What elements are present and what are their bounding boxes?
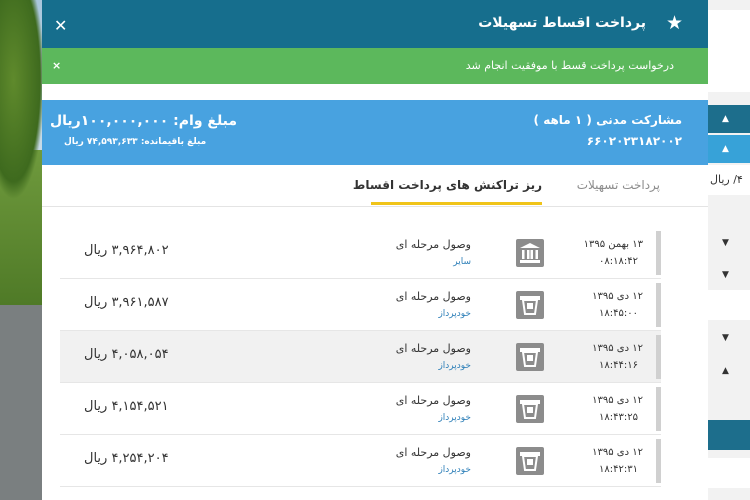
- transaction-source[interactable]: خودپرداز: [438, 413, 471, 423]
- atm-icon: [516, 343, 544, 371]
- installment-payment-modal: ★ پرداخت اقساط تسهیلات ✕ درخواست پرداخت …: [42, 0, 708, 500]
- modal-header: ★ پرداخت اقساط تسهیلات ✕: [42, 0, 708, 48]
- transaction-time: ۱۸:۴۵:۰۰: [599, 308, 638, 319]
- transaction-type: وصول مرحله ای: [395, 290, 471, 303]
- table-row[interactable]: ۱۲ دی ۱۳۹۵ ۱۸:۴۵:۰۰ وصول مرحله ای خودپرد…: [60, 279, 661, 331]
- transaction-type: وصول مرحله ای: [395, 446, 471, 459]
- chevron-up-icon: ▲: [722, 114, 729, 124]
- row-marker: [656, 231, 661, 275]
- transaction-source[interactable]: خودپرداز: [438, 361, 471, 371]
- alert-message: درخواست پرداخت قسط با موفقیت انجام شد: [465, 59, 674, 72]
- sidebar-panel: [708, 290, 750, 320]
- transaction-date: ۱۲ دی ۱۳۹۵: [592, 395, 643, 406]
- background-app-sidebar: ▲ ▲ ۴/ ریال ▼ ▼ ▼ ▲: [708, 0, 750, 500]
- sidebar-value-text: ۴/ ریال: [710, 173, 743, 186]
- atm-icon: [516, 395, 544, 423]
- active-tab-indicator: [371, 202, 542, 205]
- star-icon: ★: [665, 12, 683, 34]
- transaction-source[interactable]: خودپرداز: [438, 465, 471, 475]
- row-marker: [656, 387, 661, 431]
- atm-icon: [516, 447, 544, 475]
- loan-amount: مبلغ وام: ۱۰۰,۰۰۰,۰۰۰ریال: [50, 113, 238, 129]
- transaction-type: وصول مرحله ای: [395, 394, 471, 407]
- transaction-list: ۱۳ بهمن ۱۳۹۵ ۰۸:۱۸:۴۲ وصول مرحله ای سایر…: [60, 227, 661, 487]
- transaction-date: ۱۲ دی ۱۳۹۵: [592, 291, 643, 302]
- table-row[interactable]: ۱۲ دی ۱۳۹۵ ۱۸:۴۴:۱۶ وصول مرحله ای خودپرد…: [60, 331, 661, 383]
- tab-bar: پرداخت تسهیلات ریز تراکنش های پرداخت اقس…: [42, 165, 708, 207]
- sidebar-panel: [708, 458, 750, 488]
- tab-pay-facility[interactable]: پرداخت تسهیلات: [577, 178, 660, 192]
- sidebar-item-selected[interactable]: ▲: [708, 135, 750, 163]
- transaction-time: ۱۸:۴۴:۱۶: [599, 360, 638, 371]
- remaining-amount: مبلغ باقیمانده: ۷۴,۵۹۳,۶۳۳ ریال: [64, 137, 207, 147]
- sidebar-value-box: ۴/ ریال: [708, 165, 750, 195]
- transaction-amount: ۴,۲۵۴,۲۰۴ ریال: [84, 451, 169, 466]
- transaction-amount: ۳,۹۶۱,۵۸۷ ریال: [84, 295, 169, 310]
- table-row[interactable]: ۱۲ دی ۱۳۹۵ ۱۸:۴۳:۲۵ وصول مرحله ای خودپرد…: [60, 383, 661, 435]
- chevron-down-icon[interactable]: ▼: [722, 270, 729, 280]
- atm-icon: [516, 291, 544, 319]
- transaction-date: ۱۲ دی ۱۳۹۵: [592, 343, 643, 354]
- modal-title: پرداخت اقساط تسهیلات: [478, 15, 646, 31]
- transaction-amount: ۳,۹۶۴,۸۰۲ ریال: [84, 243, 169, 258]
- sidebar-panel: [708, 10, 750, 92]
- chevron-down-icon[interactable]: ▼: [722, 333, 729, 343]
- chevron-up-icon: ▲: [722, 144, 729, 154]
- success-alert: درخواست پرداخت قسط با موفقیت انجام شد ×: [42, 48, 708, 84]
- row-marker: [656, 283, 661, 327]
- facility-summary: مشارکت مدنی ( ۱ ماهه ) ۶۶۰۲۰۲۳۱۸۲۰۰۲ مبل…: [42, 100, 708, 165]
- transaction-source[interactable]: سایر: [453, 257, 471, 267]
- table-row[interactable]: ۱۲ دی ۱۳۹۵ ۱۸:۴۲:۳۱ وصول مرحله ای خودپرد…: [60, 435, 661, 487]
- tab-installment-transactions[interactable]: ریز تراکنش های پرداخت اقساط: [353, 178, 542, 192]
- transaction-source[interactable]: خودپرداز: [438, 309, 471, 319]
- transaction-amount: ۴,۱۵۴,۵۲۱ ریال: [84, 399, 169, 414]
- transaction-type: وصول مرحله ای: [395, 342, 471, 355]
- bank-icon: [516, 239, 544, 267]
- transaction-time: ۰۸:۱۸:۴۲: [599, 256, 638, 267]
- sidebar-item-active[interactable]: [708, 420, 750, 450]
- transaction-type: وصول مرحله ای: [395, 238, 471, 251]
- transaction-time: ۱۸:۴۳:۲۵: [599, 412, 638, 423]
- transaction-amount: ۴,۰۵۸,۰۵۴ ریال: [84, 347, 169, 362]
- row-marker: [656, 439, 661, 483]
- chevron-up-icon[interactable]: ▲: [722, 366, 729, 376]
- account-number: ۶۶۰۲۰۲۳۱۸۲۰۰۲: [586, 134, 682, 148]
- transaction-date: ۱۳ بهمن ۱۳۹۵: [583, 239, 643, 250]
- alert-close-icon[interactable]: ×: [52, 59, 61, 72]
- facility-title: مشارکت مدنی ( ۱ ماهه ): [533, 113, 682, 127]
- background-tree: [0, 0, 45, 200]
- close-icon[interactable]: ✕: [54, 18, 67, 34]
- table-row[interactable]: ۱۳ بهمن ۱۳۹۵ ۰۸:۱۸:۴۲ وصول مرحله ای سایر…: [60, 227, 661, 279]
- row-marker: [656, 335, 661, 379]
- chevron-down-icon[interactable]: ▼: [722, 238, 729, 248]
- transaction-time: ۱۸:۴۲:۳۱: [599, 464, 638, 475]
- sidebar-item-active[interactable]: ▲: [708, 105, 750, 133]
- transaction-date: ۱۲ دی ۱۳۹۵: [592, 447, 643, 458]
